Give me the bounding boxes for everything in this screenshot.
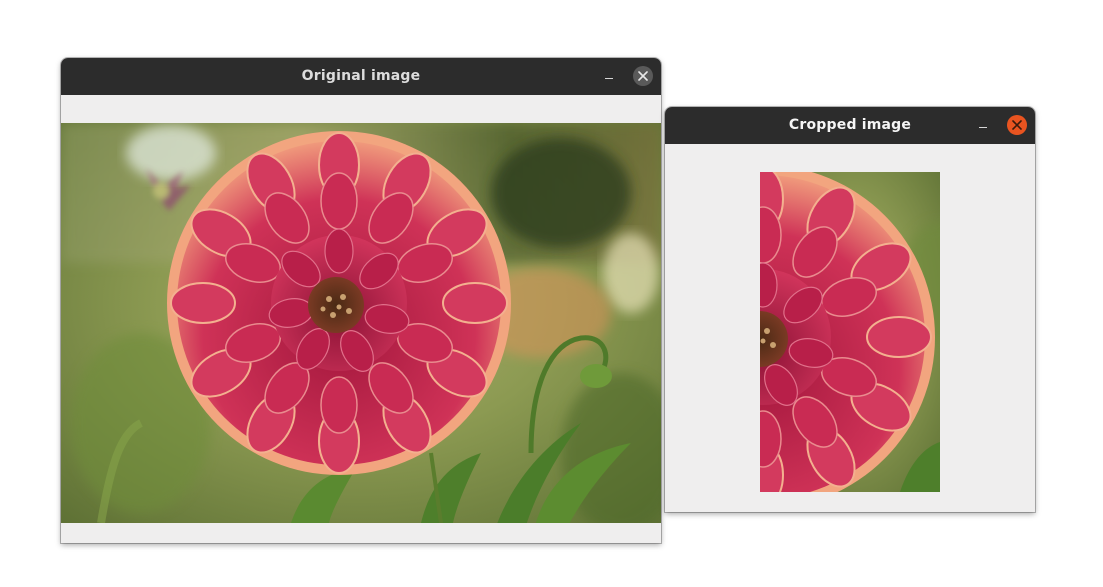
cropped-image-window: Cropped image — [665, 107, 1035, 512]
photo-dahlia-flower — [61, 123, 661, 523]
close-icon[interactable] — [633, 66, 653, 86]
original-window-content — [61, 95, 661, 543]
original-window-titlebar[interactable]: Original image — [61, 58, 661, 95]
cropped-window-titlebar[interactable]: Cropped image — [665, 107, 1035, 144]
minimize-icon[interactable] — [973, 116, 993, 136]
original-image-window: Original image — [61, 58, 661, 543]
close-icon[interactable] — [1007, 115, 1027, 135]
photo-dahlia-flower-crop — [760, 172, 940, 492]
cropped-window-content — [665, 144, 1035, 512]
window-title: Original image — [301, 68, 421, 84]
minimize-icon[interactable] — [599, 67, 619, 87]
